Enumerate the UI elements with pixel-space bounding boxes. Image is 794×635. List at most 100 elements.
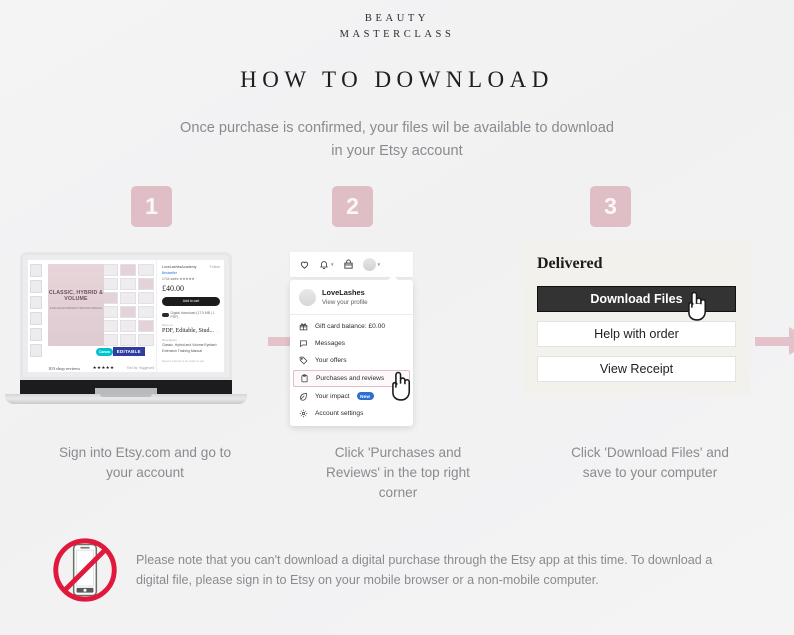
download-cloud-icon xyxy=(162,312,169,317)
delivered-order-panel: Delivered Download Files Help with order… xyxy=(523,242,750,394)
account-avatar xyxy=(299,289,316,306)
account-header[interactable]: LoveLashes View your profile xyxy=(290,286,413,314)
arrow-step-2-to-3 xyxy=(755,326,794,356)
file-type-value: PDF, Editable, Stud... xyxy=(162,327,215,334)
canva-editable-badge: Canva EDITABLE xyxy=(96,347,145,356)
preview-tile xyxy=(138,264,154,276)
listing-shop-row: LoveLashesAcademy Follow xyxy=(162,265,220,269)
preview-tile xyxy=(102,320,118,332)
menu-item-label: Gift card balance: £0.00 xyxy=(315,322,386,330)
instant-download-row: Digital download (17.9 MB | 1 PDF) xyxy=(162,311,220,319)
shop-reviews-count: 103 shop reviews xyxy=(48,365,81,371)
avatar xyxy=(362,258,376,271)
add-to-cart-button[interactable]: Add to cart xyxy=(162,296,220,306)
listing-thumbnail xyxy=(30,264,42,277)
step-3: 3 Delivered Download Files Help with ord… xyxy=(513,186,794,394)
heart-icon[interactable] xyxy=(299,259,310,270)
preview-tile xyxy=(102,264,118,276)
chevron-down-icon: ▾ xyxy=(331,261,334,268)
caption-line: Click 'Purchases and xyxy=(334,445,462,460)
etsy-account-menu: ▾ ▾ LoveLashes View your profile Gift ca… xyxy=(290,252,413,426)
listing-thumbnail xyxy=(30,312,42,325)
bell-icon[interactable]: ▾ xyxy=(319,259,334,270)
clipboard-icon xyxy=(300,373,309,383)
intro-line-2: in your Etsy account xyxy=(331,143,463,159)
menu-item-label: Your impact xyxy=(315,392,350,400)
page-title: HOW TO DOWNLOAD xyxy=(240,67,554,92)
step-captions-row: Sign into Etsy.com and go to your accoun… xyxy=(0,443,794,503)
intro-line-1: Once purchase is confirmed, your files w… xyxy=(180,120,614,136)
hand-cursor-icon xyxy=(682,288,710,322)
preview-tile xyxy=(138,306,154,318)
instant-download-text: Digital download (17.9 MB | 1 PDF) xyxy=(170,310,215,319)
preview-tile xyxy=(120,264,136,276)
account-dropdown: LoveLashes View your profile Gift card b… xyxy=(290,275,413,426)
preview-tile xyxy=(120,334,136,346)
caption-line: Click 'Download Files' and xyxy=(571,445,729,460)
bestseller-label: Bestseller xyxy=(162,271,177,275)
account-subtitle: View your profile xyxy=(322,299,368,306)
gift-icon xyxy=(299,322,308,331)
description-line-1: Classic, Hybrid and Volume Eyelash xyxy=(162,342,217,347)
help-with-order-button[interactable]: Help with order xyxy=(537,321,736,347)
cover-title-3: VOLUME xyxy=(64,296,88,303)
cart-icon[interactable] xyxy=(343,259,354,270)
caption-line: your account xyxy=(106,465,184,480)
message-icon xyxy=(299,339,308,348)
menu-item-messages[interactable]: Messages xyxy=(290,335,413,352)
footer-note-text: Please note that you can't download a di… xyxy=(136,550,712,590)
listing-price: £40.00 xyxy=(162,283,184,293)
arrow-head xyxy=(789,327,794,355)
caption-line: corner xyxy=(378,485,418,500)
avatar-icon[interactable]: ▾ xyxy=(362,258,381,271)
laptop-lid: CLASSIC, HYBRID & VOLUME EYELASH EXTENSI… xyxy=(20,252,232,380)
description-line-2: Extension Training Manual xyxy=(162,348,202,353)
chevron-down-icon: ▾ xyxy=(377,261,381,268)
shop-name: LoveLashesAcademy xyxy=(162,265,197,269)
no-mobile-phone-icon xyxy=(52,537,118,603)
listing-main-image: CLASSIC, HYBRID & VOLUME EYELASH EXTENSI… xyxy=(44,260,156,372)
step-1: 1 CLASSIC, HYBRID & VOLUME EYELASH EXTEN… xyxy=(0,186,326,404)
listing-thumbnail xyxy=(30,296,42,309)
step-1-caption: Sign into Etsy.com and go to your accoun… xyxy=(0,443,290,503)
cover-title-2: HYBRID & xyxy=(76,290,104,296)
editable-label: EDITABLE xyxy=(112,347,145,356)
new-badge: New xyxy=(356,392,374,400)
arrow-shaft xyxy=(755,337,789,346)
caption-line: Reviews' in the top right xyxy=(326,465,470,480)
footer-note-line-2: digital file, please sign in to Etsy on … xyxy=(136,573,599,587)
menu-item-account-settings[interactable]: Account settings xyxy=(290,405,413,422)
menu-item-label: Messages xyxy=(315,339,346,347)
laptop-base xyxy=(5,394,247,404)
caption-line: save to your computer xyxy=(582,465,718,480)
step-1-badge: 1 xyxy=(131,186,172,227)
step-2-caption: Click 'Purchases and Reviews' in the top… xyxy=(290,443,506,503)
view-receipt-button[interactable]: View Receipt xyxy=(537,356,736,382)
canva-label: Canva xyxy=(96,347,113,356)
cover-subtitle: EYELASH EXTENSION TRAINING MANUAL xyxy=(49,306,103,310)
menu-item-label: Purchases and reviews xyxy=(316,374,385,382)
preview-tile xyxy=(138,278,154,290)
step-2-badge: 2 xyxy=(332,186,373,227)
listing-details-panel: LoveLashesAcademy Follow Bestseller 1744… xyxy=(156,260,224,372)
menu-item-gift-card[interactable]: Gift card balance: £0.00 xyxy=(290,318,413,335)
steps-row: 1 CLASSIC, HYBRID & VOLUME EYELASH EXTEN… xyxy=(0,186,794,426)
listing-thumbnail xyxy=(30,344,42,357)
account-name: LoveLashes xyxy=(322,288,365,297)
caption-line: Sign into Etsy.com and go to xyxy=(58,445,232,460)
step-2: 2 ▾ ▾ LoveLashes View your profile Gift … xyxy=(285,186,794,426)
listing-footer-note: Need a manual to be made to suit xyxy=(162,358,204,363)
menu-item-your-offers[interactable]: Your offers xyxy=(290,352,413,369)
preview-tile xyxy=(102,292,118,304)
preview-tile xyxy=(138,334,154,346)
brand-wordmark: BEAUTY MASTERCLASS xyxy=(0,0,794,43)
footer-note-line-1: Please note that you can't download a di… xyxy=(136,553,713,567)
listing-page-preview-grid xyxy=(102,264,154,346)
laptop-keyboard xyxy=(20,380,232,394)
follow-link[interactable]: Follow xyxy=(210,265,220,269)
preview-tile xyxy=(120,306,136,318)
listing-thumbnail-strip xyxy=(28,260,44,372)
laptop-screen: CLASSIC, HYBRID & VOLUME EYELASH EXTENSI… xyxy=(28,260,224,372)
intro-text: Once purchase is confirmed, your files w… xyxy=(0,117,794,163)
step-3-caption: Click 'Download Files' and save to your … xyxy=(506,443,794,503)
